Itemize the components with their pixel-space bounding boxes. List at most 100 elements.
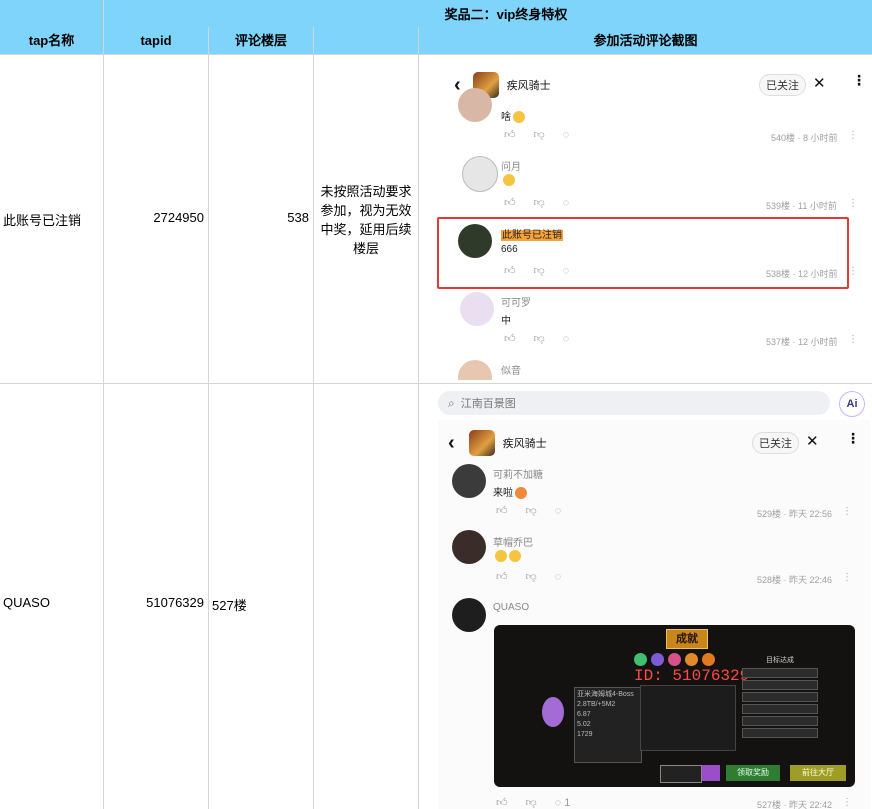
reply-icon[interactable]: ◌ [563, 197, 570, 209]
comment-actions: 👍︎ 👎︎ ◌ [504, 196, 587, 209]
comment-meta: 527楼 · 昨天 22:42 [757, 800, 833, 809]
claim-reward-button[interactable]: 领取奖励 [726, 765, 780, 781]
grid-line [418, 27, 419, 809]
comment-more-icon[interactable]: ⋮ [848, 266, 858, 277]
reply-icon[interactable]: ◌ [555, 505, 562, 517]
dislike-icon[interactable]: 👎︎ [534, 196, 545, 209]
like-icon[interactable]: 👍︎ [504, 196, 516, 209]
prize-banner: 奖品二：vip终身特权 [0, 0, 872, 27]
like-icon[interactable]: 👍︎ [496, 504, 508, 517]
reply-icon[interactable]: ◌ [563, 129, 570, 141]
dislike-icon[interactable]: 👎︎ [534, 332, 545, 345]
comment-author: 似音 [501, 366, 521, 377]
header-tap-name: tap名称 [28, 33, 75, 48]
avatar [460, 292, 494, 326]
goal-row [742, 716, 818, 726]
tools-icon[interactable]: ✕ [813, 74, 826, 92]
comment-author: 可莉不加糖 [493, 470, 543, 481]
follow-button[interactable]: 已关注 [752, 432, 799, 454]
row1-tapid: 2724950 [153, 210, 204, 225]
grid-line [208, 27, 209, 809]
comment-text: 来啦 [493, 484, 527, 500]
item-slot [702, 765, 720, 781]
comment-meta: 529楼 · 昨天 22:56 [757, 509, 833, 519]
comment-more-icon[interactable]: ⋮ [842, 506, 852, 517]
row1-floor: 538 [287, 210, 309, 225]
comment-actions: 👍︎ 👎︎ ◌ [496, 504, 579, 517]
emoji-icon [515, 487, 527, 500]
comment-text: 中 [501, 316, 511, 327]
tools-icon[interactable]: ✕ [806, 432, 819, 450]
goal-row [742, 728, 818, 738]
stat-value: 5.02 [577, 721, 591, 728]
goal-title: 目标达成 [766, 657, 794, 664]
stat-value: 2.8TB/+5M2 [577, 701, 616, 708]
dislike-icon[interactable]: 👎︎ [526, 796, 537, 809]
comment-more-icon[interactable]: ⋮ [842, 797, 852, 808]
ai-button[interactable]: Ai [839, 391, 865, 417]
like-icon[interactable]: 👍︎ [504, 128, 516, 141]
avatar [458, 88, 492, 122]
reply-count: 1 [564, 797, 571, 809]
like-icon[interactable]: 👍︎ [504, 332, 516, 345]
row2-floor: 527楼 [212, 598, 247, 613]
game-achievement-image: 成就 ID: 51076329 亚米海姆城4-Boss 2.8TB/+5M2 6… [494, 625, 855, 787]
go-lobby-button[interactable]: 前往大厅 [790, 765, 846, 781]
comment-actions: 👍︎ 👎︎ ◌ [504, 332, 587, 345]
back-icon[interactable]: ‹ [448, 432, 455, 455]
comment-more-icon[interactable]: ⋮ [848, 198, 858, 209]
avatar [462, 156, 498, 192]
stat-icons [634, 653, 715, 666]
emoji-icon [509, 550, 521, 562]
more-icon[interactable]: ⋮ [852, 72, 866, 89]
row2-tapid: 51076329 [146, 595, 204, 610]
avatar [452, 530, 486, 564]
search-icon: ⌕ [448, 395, 455, 410]
comment-text: 啥 [501, 108, 525, 124]
boss-name: 亚米海姆城4-Boss [577, 691, 634, 698]
comment-actions: 👍︎ 👎︎ ◌ [496, 570, 579, 583]
table-header: tap名称 tapid 评论楼层 参加活动评论截图 [0, 27, 872, 54]
stat-value: 1729 [577, 731, 593, 738]
reply-icon[interactable]: ◌ [555, 571, 562, 583]
stat-icon [634, 653, 647, 666]
goal-row [742, 692, 818, 702]
reply-icon[interactable]: ◌ 1 [555, 797, 589, 809]
banner-text: 奖品二：vip终身特权 [444, 7, 568, 22]
grid-line [313, 27, 314, 809]
character-icon [542, 697, 564, 727]
like-icon[interactable]: 👍︎ [496, 570, 508, 583]
comment-actions: 👍︎ 👎︎ ◌ [504, 128, 587, 141]
more-icon[interactable]: ⋮ [846, 430, 860, 447]
header-floor: 评论楼层 [234, 33, 287, 48]
search-input[interactable]: ⌕ 江南百景图 [438, 391, 830, 415]
dislike-icon[interactable]: 👎︎ [526, 570, 537, 583]
avatar [458, 360, 492, 380]
like-icon[interactable]: 👍︎ [496, 796, 508, 809]
comment-author: 草帽乔巴 [493, 538, 533, 549]
stat-icon [702, 653, 715, 666]
emoji-icon [495, 550, 507, 562]
header-screenshot: 参加活动评论截图 [593, 33, 698, 48]
goal-row [742, 680, 818, 690]
follow-button[interactable]: 已关注 [759, 74, 806, 96]
dislike-icon[interactable]: 👎︎ [526, 504, 537, 517]
row1-note: 未按照活动要求参加，视为无效中奖，延用后续楼层 [320, 184, 412, 256]
dislike-icon[interactable]: 👎︎ [534, 128, 545, 141]
back-icon[interactable]: ‹ [454, 74, 461, 97]
stat-value: 6.87 [577, 711, 591, 718]
boss-panel: 亚米海姆城4-Boss 2.8TB/+5M2 6.87 5.02 1729 [574, 687, 642, 763]
stat-icon [651, 653, 664, 666]
comment-more-icon[interactable]: ⋮ [848, 334, 858, 345]
comment-text [501, 174, 515, 186]
comment-meta: 537楼 · 12 小时前 [766, 337, 838, 347]
comment-author: QUASO [493, 602, 530, 613]
reply-icon[interactable]: ◌ [563, 333, 570, 345]
comment-text-value: 啥 [501, 112, 511, 123]
author-name: 疾风骑士 [506, 80, 551, 92]
comment-more-icon[interactable]: ⋮ [842, 572, 852, 583]
comment-more-icon[interactable]: ⋮ [848, 130, 858, 141]
comment-text [493, 550, 521, 562]
comment-author: 可可罗 [501, 298, 531, 309]
comment-actions: 👍︎ 👎︎ ◌ 1 [496, 796, 606, 809]
